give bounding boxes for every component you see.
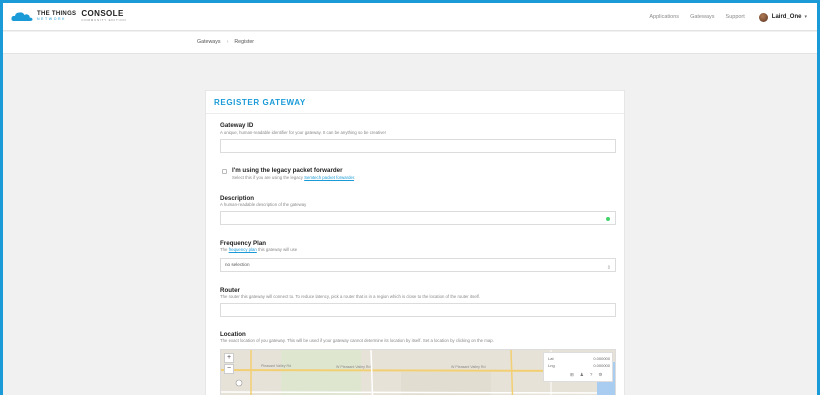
- legacy-help-suffix: .: [354, 175, 356, 180]
- zoom-out-button[interactable]: −: [224, 364, 234, 374]
- nav-applications[interactable]: Applications: [649, 14, 679, 20]
- location-label: Location: [220, 331, 246, 338]
- router-label: Router: [220, 287, 240, 294]
- breadcrumb-register: Register: [234, 39, 255, 45]
- title-divider: [206, 113, 624, 114]
- person-icon[interactable]: ♟: [580, 372, 584, 378]
- logo-console-text: CONSOLE: [81, 9, 124, 18]
- lat-label: Lat: [548, 356, 554, 361]
- layers-icon[interactable]: ⊞: [570, 372, 574, 378]
- logo-edition-text: COMMUNITY EDITION: [81, 18, 127, 22]
- breadcrumb: Gateways › Register: [197, 39, 254, 45]
- logo-ttn-text: THE THINGS: [37, 10, 77, 17]
- frequency-plan-select[interactable]: no selection ⇕: [220, 258, 616, 272]
- breadcrumb-separator-icon: ›: [226, 39, 229, 45]
- legacy-help-prefix: Select this if you are using the legacy: [232, 175, 305, 180]
- username: Laird_One: [771, 14, 802, 20]
- legacy-forwarder-label: I'm using the legacy packet forwarder: [232, 167, 343, 174]
- frequency-plan-label: Frequency Plan: [220, 240, 267, 247]
- map-tools: ⊞ ♟ ? ⚙: [570, 372, 608, 378]
- description-input[interactable]: [220, 211, 616, 225]
- frequency-plan-help: The frequency plan this gateway will use: [220, 247, 297, 252]
- semtech-forwarder-link[interactable]: Semtech packet forwarder: [304, 175, 354, 180]
- lng-label: Lng: [548, 363, 555, 368]
- location-map[interactable]: Pleasant Valley Rd W Pleasant Valley Rd …: [220, 349, 616, 395]
- help-icon[interactable]: ?: [590, 372, 593, 378]
- gateway-id-input[interactable]: [220, 139, 616, 153]
- avatar: [758, 12, 768, 22]
- gear-icon[interactable]: ⚙: [598, 372, 602, 378]
- ttn-logo[interactable]: THE THINGS NETWORK CONSOLE COMMUNITY EDI…: [11, 10, 126, 22]
- lng-value[interactable]: 0.000000: [593, 363, 610, 368]
- logo-network-text: NETWORK: [37, 16, 67, 21]
- map-road-label: Pleasant Valley Rd: [261, 364, 292, 368]
- top-nav: Applications Gateways Support Laird_One …: [638, 3, 807, 31]
- frequency-help-suffix: this gateway will use: [256, 247, 298, 252]
- frequency-plan-value: no selection: [225, 262, 250, 267]
- lat-row: Lat 0.000000: [548, 356, 610, 361]
- breadcrumb-gateways[interactable]: Gateways: [197, 39, 221, 45]
- frequency-help-prefix: The: [220, 247, 229, 252]
- lng-row: Lng 0.000000: [548, 363, 610, 368]
- map-road-label: W Pleasant Valley Rd: [336, 365, 371, 369]
- gateway-id-label: Gateway ID: [220, 122, 254, 129]
- select-caret-icon: ⇕: [606, 265, 611, 271]
- gateway-id-help: A unique, human-readable identifier for …: [220, 130, 386, 135]
- router-help: The router this gateway will connect to.…: [220, 294, 480, 299]
- chevron-down-icon: ▾: [804, 14, 807, 20]
- legacy-forwarder-checkbox[interactable]: [222, 169, 227, 174]
- nav-support[interactable]: Support: [726, 14, 745, 20]
- description-label: Description: [220, 195, 255, 202]
- coordinates-panel: Lat 0.000000 Lng 0.000000 ⊞ ♟ ? ⚙: [543, 352, 613, 382]
- location-help: The exact location of you gateway. This …: [220, 338, 494, 343]
- user-menu[interactable]: Laird_One ▾: [758, 12, 807, 22]
- register-gateway-card: REGISTER GATEWAY Gateway ID A unique, hu…: [205, 90, 625, 395]
- valid-status-icon: [606, 217, 610, 221]
- breadcrumb-bar: Gateways › Register: [3, 32, 817, 54]
- top-navbar: THE THINGS NETWORK CONSOLE COMMUNITY EDI…: [3, 3, 817, 31]
- page-title: REGISTER GATEWAY: [214, 98, 306, 107]
- lat-value[interactable]: 0.000000: [593, 356, 610, 361]
- description-help: A human-readable description of the gate…: [220, 202, 307, 207]
- map-road-label: W Pleasant Valley Rd: [451, 365, 486, 369]
- frequency-plan-link[interactable]: frequency plan: [229, 247, 257, 252]
- cloud-logo-icon: [11, 11, 33, 21]
- nav-gateways[interactable]: Gateways: [690, 14, 714, 20]
- zoom-in-button[interactable]: +: [224, 353, 234, 363]
- router-input[interactable]: [220, 303, 616, 317]
- legacy-forwarder-help: Select this if you are using the legacy …: [232, 175, 355, 180]
